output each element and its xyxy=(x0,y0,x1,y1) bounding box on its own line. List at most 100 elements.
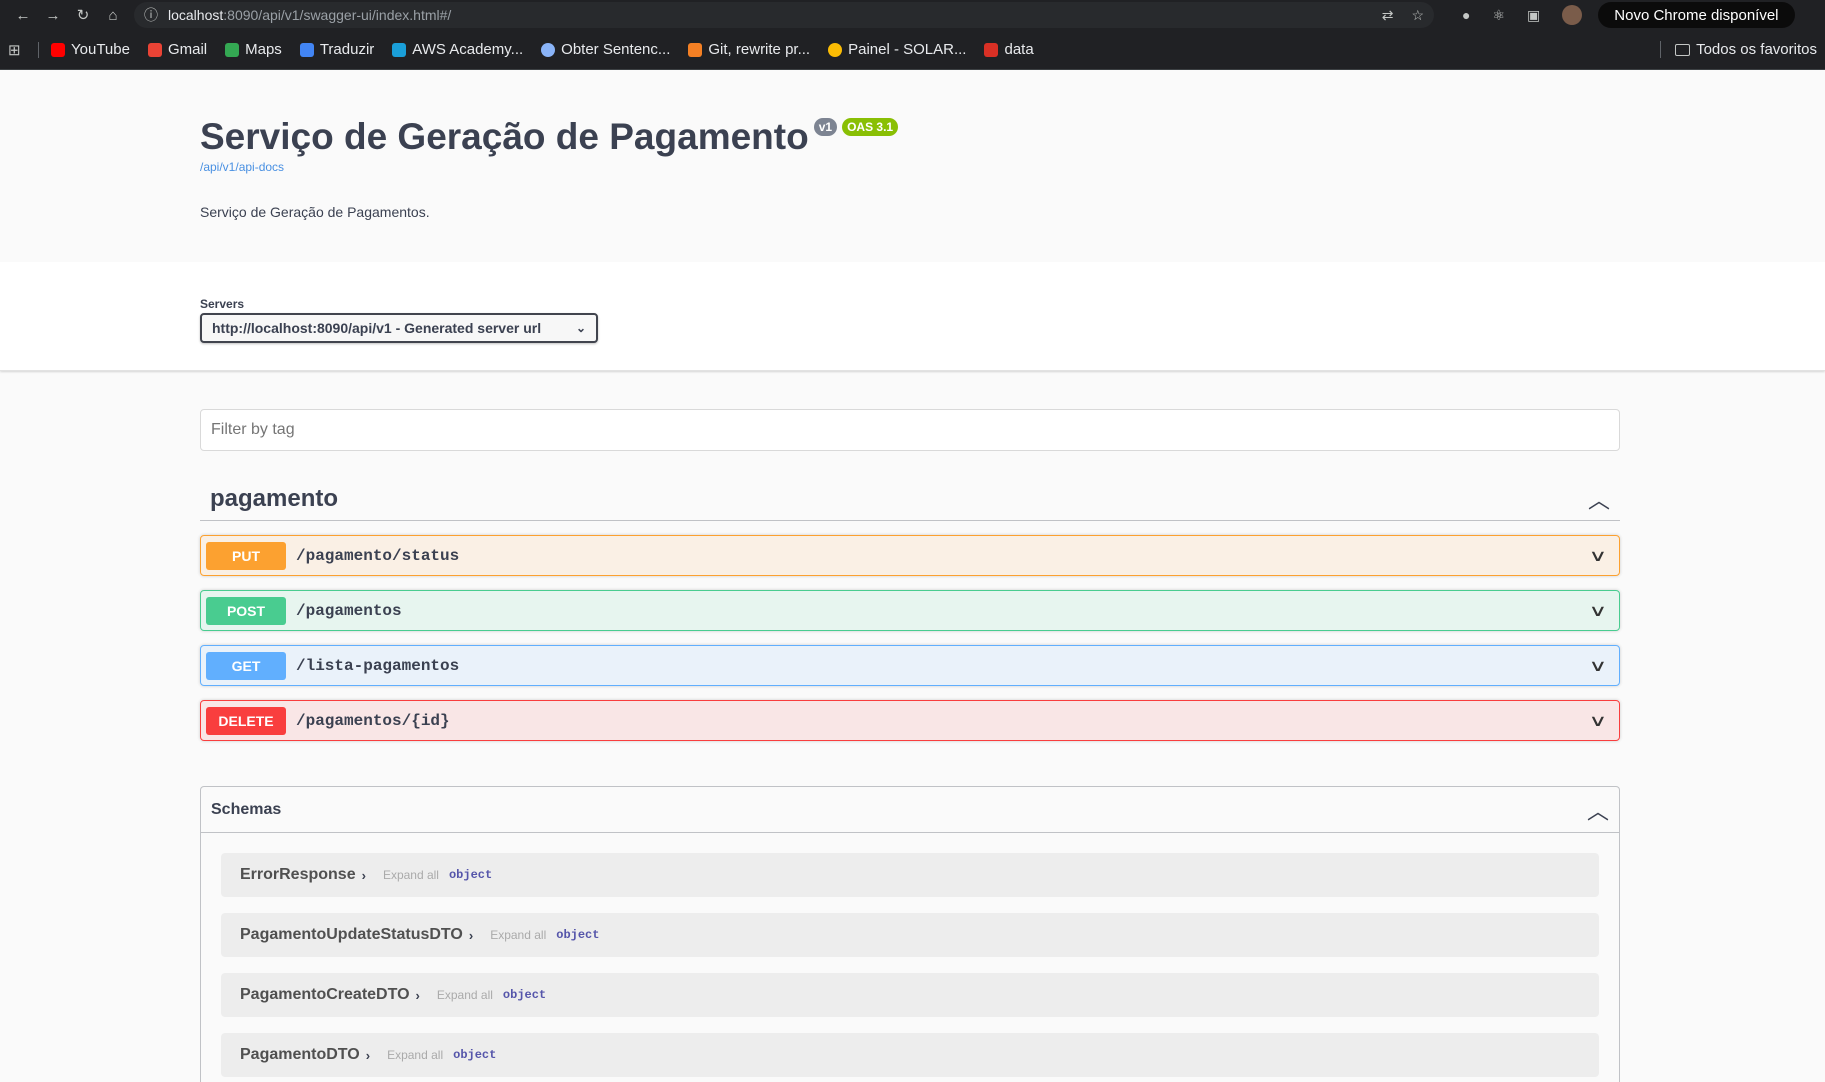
expand-all-link[interactable]: Expand all xyxy=(490,928,546,942)
bookmark-label: Obter Sentenc... xyxy=(561,41,671,58)
chevron-right-icon: › xyxy=(361,867,366,883)
chevron-down-icon: ∨ xyxy=(1588,657,1608,675)
version-badge: v1 xyxy=(813,118,838,136)
schema-item[interactable]: ErrorResponse › Expand all object xyxy=(221,853,1599,897)
apps-grid-icon[interactable]: ⊞ xyxy=(8,41,32,59)
translate-icon xyxy=(299,42,314,57)
youtube-icon xyxy=(51,42,65,57)
home-icon[interactable]: ⌂ xyxy=(98,2,128,28)
operations-area: Filter by tag pagamento ︿ PUT /pagamento… xyxy=(0,371,1620,1082)
schema-name: ErrorResponse xyxy=(240,866,356,883)
bookmark-git[interactable]: Git, rewrite pr... xyxy=(688,41,810,58)
sun-icon xyxy=(828,42,843,57)
all-bookmarks-label: Todos os favoritos xyxy=(1696,41,1817,58)
api-title: Serviço de Geração de Pagamento xyxy=(200,116,809,157)
chevron-down-icon: ∨ xyxy=(1588,602,1608,620)
bookmark-gmail[interactable]: Gmail xyxy=(147,41,207,58)
operation-path: /pagamento/status xyxy=(296,546,460,565)
chevron-right-icon: › xyxy=(468,927,474,943)
bookmark-translate[interactable]: Traduzir xyxy=(299,41,375,58)
bookmark-label: data xyxy=(1004,41,1034,58)
all-bookmarks-folder[interactable]: Todos os favoritos xyxy=(1660,41,1817,58)
bookmarks-bar: ⊞ YouTube Gmail Maps Traduzir AWS Academ… xyxy=(0,30,1825,70)
url-host: localhost xyxy=(168,7,224,23)
bookmark-maps[interactable]: Maps xyxy=(225,41,282,58)
method-badge: DELETE xyxy=(206,706,286,735)
method-badge: POST xyxy=(206,596,286,625)
schema-name: PagamentoDTO xyxy=(240,1046,360,1063)
site-info-icon[interactable]: ⓘ xyxy=(144,5,158,25)
tag-name: pagamento xyxy=(210,484,339,512)
servers-label: Servers xyxy=(200,297,245,311)
schemas-header[interactable]: Schemas ︿ xyxy=(201,787,1619,833)
operation-post-pagamentos[interactable]: POST /pagamentos ∨ xyxy=(200,590,1620,631)
operation-delete-pagamentos-id[interactable]: DELETE /pagamentos/{id} ∨ xyxy=(200,700,1620,741)
api-docs-link[interactable]: /api/v1/api-docs xyxy=(200,160,1825,174)
schemas-title: Schemas xyxy=(211,800,282,818)
chrome-update-button[interactable]: Novo Chrome disponível xyxy=(1598,2,1795,28)
expand-all-link[interactable]: Expand all xyxy=(387,1048,443,1062)
data-icon xyxy=(984,42,999,57)
expand-all-link[interactable]: Expand all xyxy=(383,868,439,882)
chevron-right-icon: › xyxy=(415,987,420,1003)
bookmark-star-icon[interactable]: ☆ xyxy=(1411,7,1424,24)
chevron-down-icon: ∨ xyxy=(1588,547,1608,565)
bookmark-sentences[interactable]: Obter Sentenc... xyxy=(541,41,670,58)
schema-item[interactable]: PagamentoDTO › Expand all object xyxy=(221,1033,1599,1077)
schema-name: PagamentoCreateDTO xyxy=(240,986,410,1003)
chevron-down-icon: ∨ xyxy=(1588,712,1608,730)
servers-section: Servers http://localhost:8090/api/v1 - G… xyxy=(0,262,1825,371)
maps-icon xyxy=(225,42,240,57)
page-title: Serviço de Geração de Pagamento v1 OAS 3… xyxy=(200,70,1825,158)
operation-put-pagamento-status[interactable]: PUT /pagamento/status ∨ xyxy=(200,535,1620,576)
react-devtools-icon[interactable]: ⚛ xyxy=(1492,7,1505,24)
tag-section-pagamento[interactable]: pagamento ︿ xyxy=(200,477,1620,521)
bookmark-youtube[interactable]: YouTube xyxy=(51,41,130,58)
address-bar[interactable]: ⓘ localhost:8090/api/v1/swagger-ui/index… xyxy=(134,2,1434,28)
operation-path: /pagamentos/{id} xyxy=(296,711,450,730)
schema-type: object xyxy=(556,928,600,942)
chevron-up-icon: ︿ xyxy=(1587,487,1610,513)
chevron-down-icon: ⌄ xyxy=(575,321,586,335)
profile-avatar[interactable] xyxy=(1562,5,1583,25)
server-select[interactable]: http://localhost:8090/api/v1 - Generated… xyxy=(200,313,598,343)
operation-path: /pagamentos xyxy=(296,601,402,620)
bookmark-label: AWS Academy... xyxy=(412,41,524,58)
bookmark-label: Maps xyxy=(245,41,282,58)
chevron-right-icon: › xyxy=(365,1047,371,1063)
bookmark-label: YouTube xyxy=(71,41,130,58)
expand-all-link[interactable]: Expand all xyxy=(437,988,493,1002)
bookmark-label: Git, rewrite pr... xyxy=(708,41,811,58)
translate-icon[interactable]: ⇄ xyxy=(1382,7,1394,24)
extensions-puzzle-icon[interactable]: ▣ xyxy=(1527,7,1540,24)
bookmark-label: Painel - SOLAR... xyxy=(848,41,967,58)
schema-type: object xyxy=(453,1048,497,1062)
browser-toolbar: ← → ↻ ⌂ ⓘ localhost:8090/api/v1/swagger-… xyxy=(0,0,1825,30)
schema-type: object xyxy=(502,988,547,1002)
method-badge: PUT xyxy=(206,541,286,570)
operation-get-lista-pagamentos[interactable]: GET /lista-pagamentos ∨ xyxy=(200,645,1620,686)
schema-name: PagamentoUpdateStatusDTO xyxy=(240,926,463,943)
gmail-icon xyxy=(147,42,162,57)
method-badge: GET xyxy=(206,651,286,680)
schema-item[interactable]: PagamentoUpdateStatusDTO › Expand all ob… xyxy=(221,913,1599,957)
forward-icon[interactable]: → xyxy=(38,2,68,28)
bookmark-solar[interactable]: Painel - SOLAR... xyxy=(828,41,966,58)
back-icon[interactable]: ← xyxy=(8,2,38,28)
bookmark-data[interactable]: data xyxy=(984,41,1034,58)
chevron-up-icon: ︿ xyxy=(1586,798,1609,824)
api-description: Serviço de Geração de Pagamentos. xyxy=(200,204,430,220)
reload-icon[interactable]: ↻ xyxy=(68,2,98,28)
schemas-section: Schemas ︿ ErrorResponse › Expand all obj… xyxy=(200,786,1620,1082)
schema-item[interactable]: PagamentoCreateDTO › Expand all object xyxy=(221,973,1599,1017)
bookmark-label: Traduzir xyxy=(319,41,375,58)
bookmark-aws[interactable]: AWS Academy... xyxy=(392,41,523,58)
aws-icon xyxy=(392,42,407,57)
schema-type: object xyxy=(448,868,493,882)
operation-path: /lista-pagamentos xyxy=(296,656,460,675)
sentences-icon xyxy=(541,42,556,57)
oas-badge: OAS 3.1 xyxy=(842,118,899,136)
extension-icon[interactable]: ● xyxy=(1462,7,1470,23)
url-path: :8090/api/v1/swagger-ui/index.html#/ xyxy=(223,7,452,23)
filter-by-tag-input[interactable]: Filter by tag xyxy=(200,409,1620,451)
